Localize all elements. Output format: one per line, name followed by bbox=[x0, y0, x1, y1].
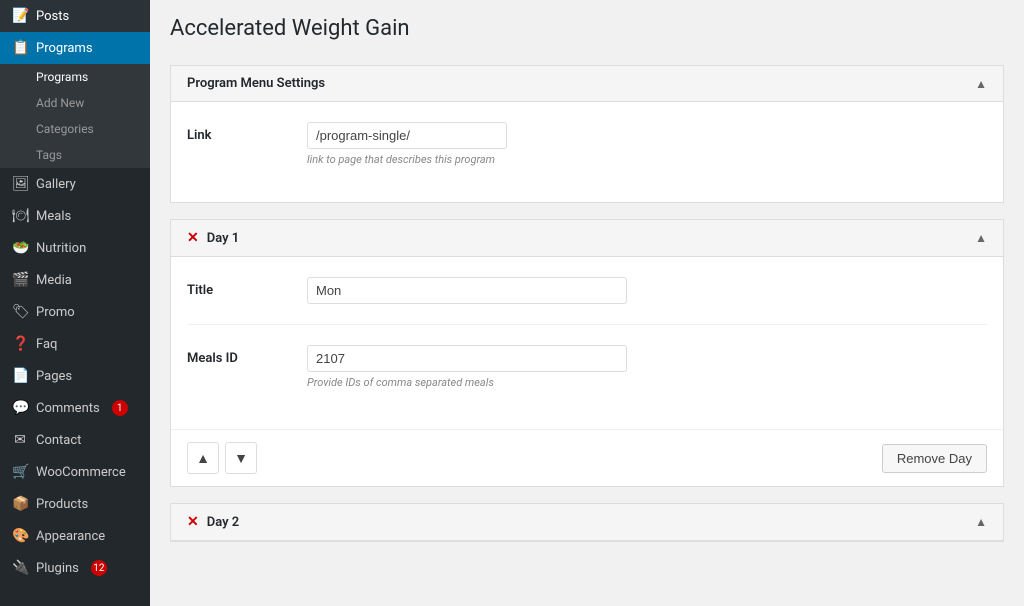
meals-icon: 🍽 bbox=[12, 208, 28, 224]
day1-meals-id-input[interactable] bbox=[307, 345, 627, 372]
day1-meals-id-hint: Provide IDs of comma separated meals bbox=[307, 376, 987, 389]
link-form-row: Link link to page that describes this pr… bbox=[187, 122, 987, 182]
comments-icon: 💬 bbox=[12, 400, 28, 416]
sidebar: 📝 Posts 📋 Programs Programs Add New Cate… bbox=[0, 0, 150, 606]
link-label: Link bbox=[187, 122, 307, 143]
sidebar-item-programs[interactable]: 📋 Programs bbox=[0, 32, 150, 64]
posts-icon: 📝 bbox=[12, 8, 28, 24]
day1-move-up-button[interactable]: ▲ bbox=[187, 442, 219, 474]
appearance-icon: 🎨 bbox=[12, 528, 28, 544]
sidebar-item-gallery[interactable]: 🖼 Gallery bbox=[0, 168, 150, 200]
gallery-icon: 🖼 bbox=[12, 176, 28, 192]
main-content: Accelerated Weight Gain Program Menu Set… bbox=[150, 0, 1024, 606]
panel-collapse-icon[interactable]: ▲ bbox=[975, 77, 987, 91]
day1-body: Title Meals ID Provide IDs of comma sepa… bbox=[171, 257, 1003, 429]
sidebar-item-meals[interactable]: 🍽 Meals bbox=[0, 200, 150, 232]
sidebar-item-appearance[interactable]: 🎨 Appearance bbox=[0, 520, 150, 552]
sidebar-item-comments[interactable]: 💬 Comments 1 bbox=[0, 392, 150, 424]
day1-title-input[interactable] bbox=[307, 277, 627, 304]
submenu-item-categories[interactable]: Categories bbox=[0, 116, 150, 142]
page-title: Accelerated Weight Gain bbox=[170, 16, 1004, 49]
sidebar-item-pages[interactable]: 📄 Pages bbox=[0, 360, 150, 392]
sidebar-item-faq[interactable]: ❓ Faq bbox=[0, 328, 150, 360]
comments-badge: 1 bbox=[112, 400, 128, 416]
pages-icon: 📄 bbox=[12, 368, 28, 384]
day1-remove-x-icon[interactable]: ✕ bbox=[187, 230, 199, 246]
programs-submenu: Programs Add New Categories Tags bbox=[0, 64, 150, 168]
link-control-wrap: link to page that describes this program bbox=[307, 122, 987, 166]
day2-panel: ✕ Day 2 ▲ bbox=[170, 503, 1004, 542]
day2-collapse-icon[interactable]: ▲ bbox=[975, 515, 987, 529]
link-input[interactable] bbox=[307, 122, 507, 149]
day1-meals-id-control: Provide IDs of comma separated meals bbox=[307, 345, 987, 389]
plugins-icon: 🔌 bbox=[12, 560, 28, 576]
sidebar-item-media[interactable]: 🎬 Media bbox=[0, 264, 150, 296]
day1-panel: ✕ Day 1 ▲ Title Meals ID Provide IDs of … bbox=[170, 219, 1004, 487]
day2-header: ✕ Day 2 ▲ bbox=[171, 504, 1003, 541]
day1-header-left: ✕ Day 1 bbox=[187, 230, 239, 246]
promo-icon: 🏷 bbox=[12, 304, 28, 320]
woocommerce-icon: 🛒 bbox=[12, 464, 28, 480]
day1-title-row: Title bbox=[187, 277, 987, 325]
nutrition-icon: 🥗 bbox=[12, 240, 28, 256]
submenu-item-add-new[interactable]: Add New bbox=[0, 90, 150, 116]
programs-icon: 📋 bbox=[12, 40, 28, 56]
day1-meals-id-label: Meals ID bbox=[187, 345, 307, 366]
day1-meals-id-row: Meals ID Provide IDs of comma separated … bbox=[187, 345, 987, 409]
program-menu-settings-panel: Program Menu Settings ▲ Link link to pag… bbox=[170, 65, 1004, 203]
day1-remove-button[interactable]: Remove Day bbox=[882, 444, 987, 473]
day1-title-control bbox=[307, 277, 987, 304]
sidebar-item-posts[interactable]: 📝 Posts bbox=[0, 0, 150, 32]
submenu-item-programs[interactable]: Programs bbox=[0, 64, 150, 90]
day2-header-left: ✕ Day 2 bbox=[187, 514, 239, 530]
contact-icon: ✉ bbox=[12, 432, 28, 448]
sidebar-item-products[interactable]: 📦 Products bbox=[0, 488, 150, 520]
plugins-badge: 12 bbox=[91, 560, 107, 576]
link-hint: link to page that describes this program bbox=[307, 153, 987, 166]
sidebar-item-contact[interactable]: ✉ Contact bbox=[0, 424, 150, 456]
day1-collapse-icon[interactable]: ▲ bbox=[975, 231, 987, 245]
media-icon: 🎬 bbox=[12, 272, 28, 288]
sidebar-item-woocommerce[interactable]: 🛒 WooCommerce bbox=[0, 456, 150, 488]
program-menu-settings-body: Link link to page that describes this pr… bbox=[171, 102, 1003, 202]
day2-remove-x-icon[interactable]: ✕ bbox=[187, 514, 199, 530]
sidebar-item-nutrition[interactable]: 🥗 Nutrition bbox=[0, 232, 150, 264]
day1-nav-buttons: ▲ ▼ bbox=[187, 442, 257, 474]
day2-title: Day 2 bbox=[207, 515, 239, 530]
sidebar-item-plugins[interactable]: 🔌 Plugins 12 bbox=[0, 552, 150, 584]
faq-icon: ❓ bbox=[12, 336, 28, 352]
day1-header: ✕ Day 1 ▲ bbox=[171, 220, 1003, 257]
day1-move-down-button[interactable]: ▼ bbox=[225, 442, 257, 474]
day1-title-label: Title bbox=[187, 277, 307, 298]
products-icon: 📦 bbox=[12, 496, 28, 512]
day1-footer: ▲ ▼ Remove Day bbox=[171, 429, 1003, 486]
submenu-item-tags[interactable]: Tags bbox=[0, 142, 150, 168]
sidebar-item-promo[interactable]: 🏷 Promo bbox=[0, 296, 150, 328]
day1-title: Day 1 bbox=[207, 231, 239, 246]
program-menu-settings-header: Program Menu Settings ▲ bbox=[171, 66, 1003, 102]
